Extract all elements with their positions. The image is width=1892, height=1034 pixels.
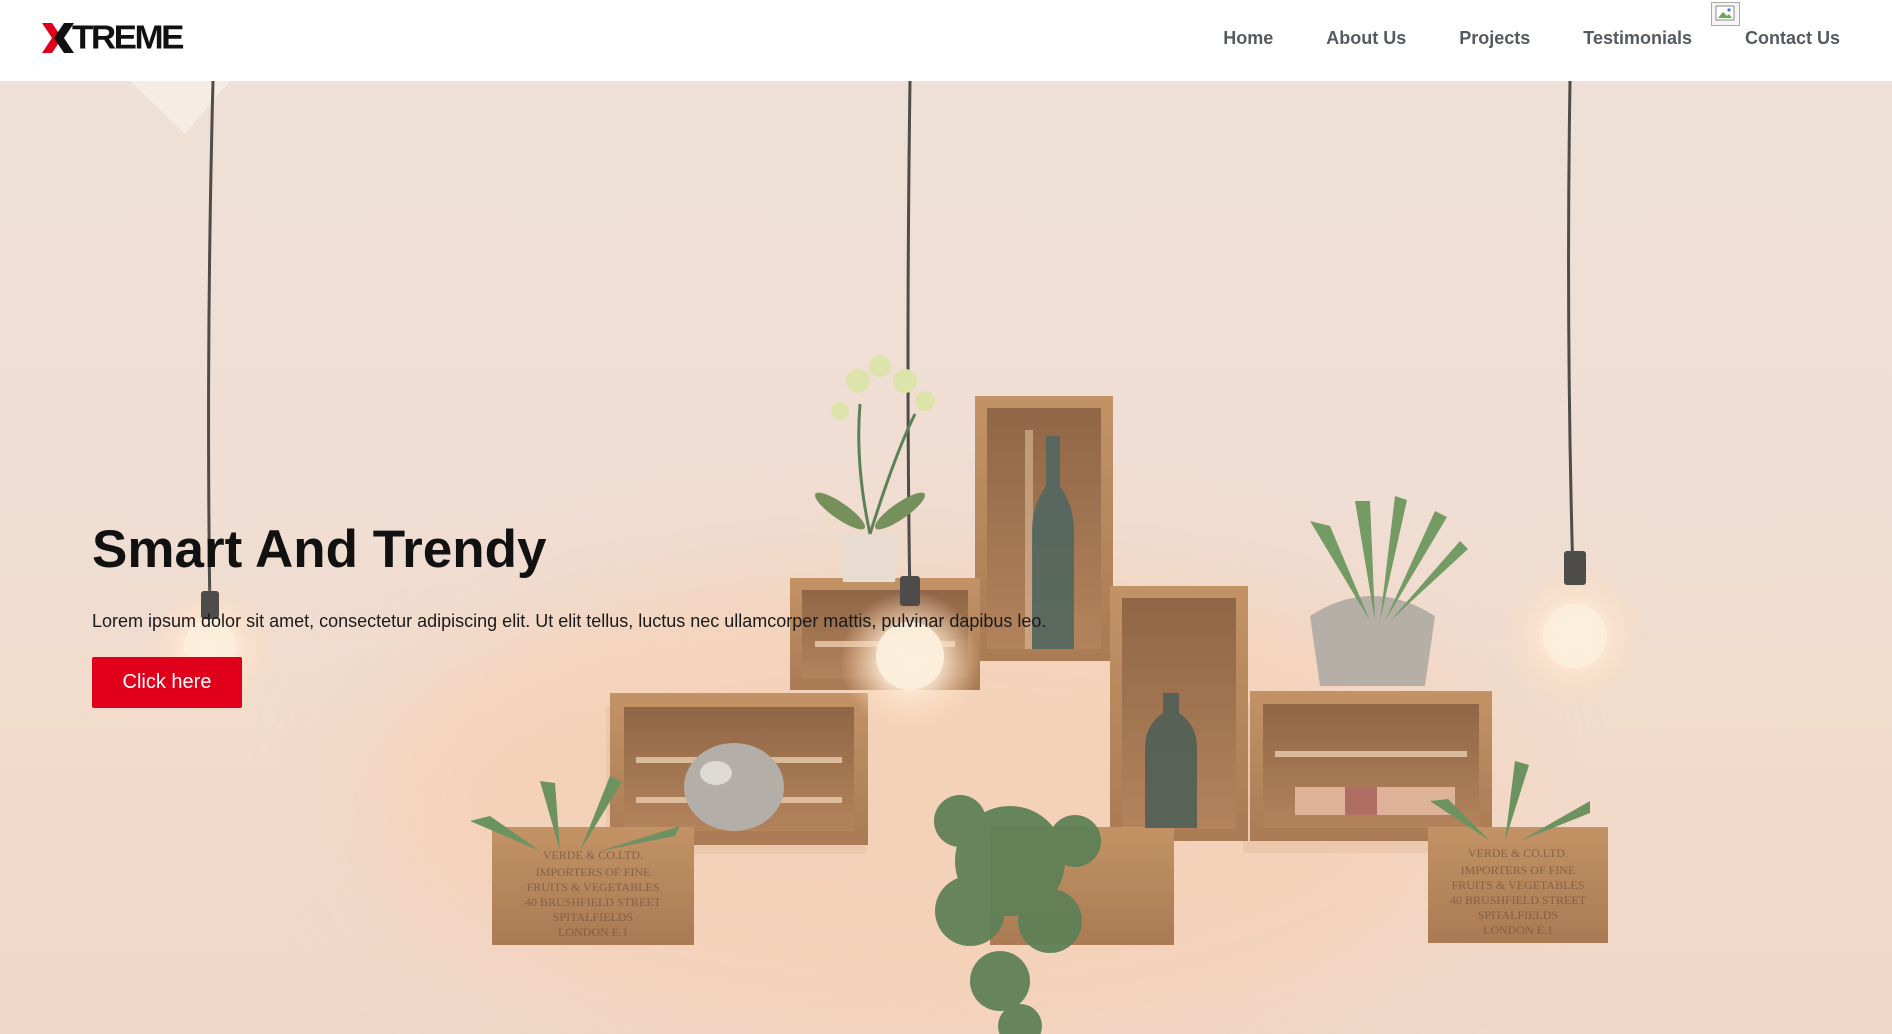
nav-about-us[interactable]: About Us <box>1326 28 1406 49</box>
site-header: TREME Home About Us Projects Testimonial… <box>0 0 1892 81</box>
nav-home[interactable]: Home <box>1223 28 1273 49</box>
nav-testimonials[interactable]: Testimonials <box>1583 28 1692 49</box>
main-nav: Home About Us Projects Testimonials Cont… <box>1223 0 1840 76</box>
hero-description: Lorem ipsum dolor sit amet, consectetur … <box>92 611 1047 632</box>
nav-contact-us-label: Contact Us <box>1744 27 1840 48</box>
nav-contact-us[interactable]: Contact Us <box>1710 1 1840 49</box>
hero-content: Smart And Trendy Lorem ipsum dolor sit a… <box>92 520 1047 708</box>
logo-x-mark-icon <box>42 23 74 53</box>
click-here-button[interactable]: Click here <box>92 656 242 708</box>
brand-name: TREME <box>72 19 185 57</box>
hero-section: VERDE & CO.LTD. IMPORTERS OF FINE FRUITS… <box>0 81 1892 1034</box>
broken-image-icon <box>1710 1 1740 26</box>
nav-projects[interactable]: Projects <box>1459 28 1530 49</box>
hero-title: Smart And Trendy <box>92 520 547 579</box>
brand-logo[interactable]: TREME <box>42 19 185 57</box>
